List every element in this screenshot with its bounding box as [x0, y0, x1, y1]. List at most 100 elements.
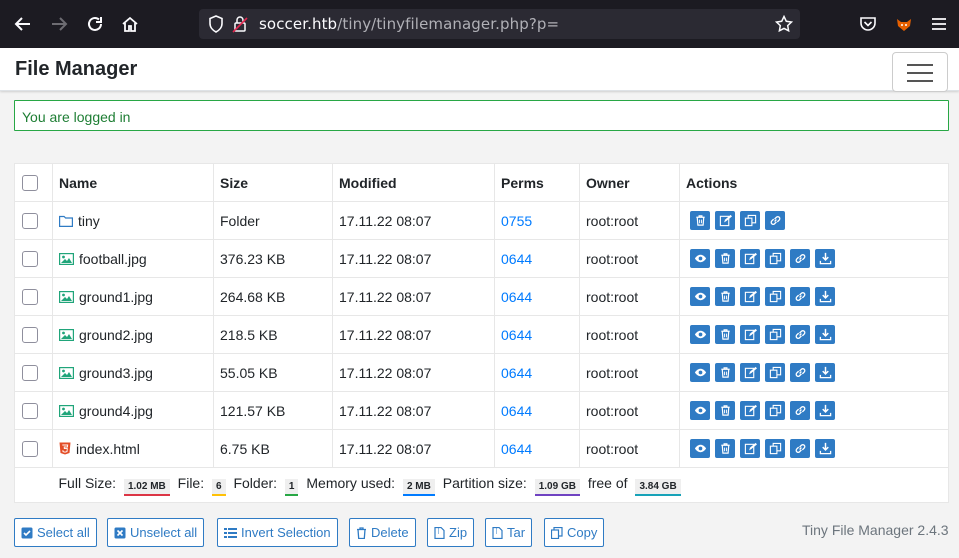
copy-icon[interactable]: [765, 287, 785, 306]
delete-trash-icon[interactable]: [715, 249, 735, 268]
row-checkbox-cell[interactable]: [14, 201, 53, 240]
bookmark-star-icon[interactable]: [775, 15, 793, 33]
row-checkbox-cell[interactable]: [14, 239, 53, 278]
column-header-owner[interactable]: Owner: [579, 163, 680, 202]
direct-link-icon[interactable]: [790, 363, 810, 382]
file-name-link[interactable]: index.html: [76, 441, 140, 457]
tar-button[interactable]: Tar: [485, 518, 533, 547]
invert-selection-button[interactable]: Invert Selection: [217, 518, 338, 547]
name-cell[interactable]: ground4.jpg: [52, 391, 214, 430]
direct-link-icon[interactable]: [790, 401, 810, 420]
name-cell[interactable]: football.jpg: [52, 239, 214, 278]
row-checkbox-cell[interactable]: [14, 315, 53, 354]
view-eye-icon[interactable]: [690, 287, 710, 306]
direct-link-icon[interactable]: [790, 287, 810, 306]
home-icon[interactable]: [118, 12, 142, 36]
row-checkbox[interactable]: [22, 365, 38, 382]
rename-edit-icon[interactable]: [740, 363, 760, 382]
download-icon[interactable]: [815, 287, 835, 306]
download-icon[interactable]: [815, 363, 835, 382]
column-header-size[interactable]: Size: [213, 163, 333, 202]
row-checkbox[interactable]: [22, 213, 38, 230]
page-title[interactable]: File Manager: [15, 58, 137, 81]
delete-trash-icon[interactable]: [715, 439, 735, 458]
column-header-name[interactable]: Name: [52, 163, 214, 202]
download-icon[interactable]: [815, 439, 835, 458]
select-all-checkbox-cell[interactable]: [14, 163, 53, 202]
name-cell[interactable]: ground1.jpg: [52, 277, 214, 316]
row-checkbox[interactable]: [22, 289, 38, 306]
pocket-icon[interactable]: [856, 12, 880, 36]
copy-icon[interactable]: [765, 325, 785, 344]
copy-button[interactable]: Copy: [544, 518, 605, 547]
column-header-modified[interactable]: Modified: [332, 163, 495, 202]
file-name-link[interactable]: tiny: [78, 213, 100, 229]
delete-trash-icon[interactable]: [715, 325, 735, 344]
name-cell[interactable]: index.html: [52, 429, 214, 468]
rename-edit-icon[interactable]: [740, 325, 760, 344]
delete-button[interactable]: Delete: [349, 518, 416, 547]
download-icon[interactable]: [815, 325, 835, 344]
perms-link[interactable]: 0644: [494, 429, 580, 468]
forward-arrow-icon[interactable]: [47, 12, 71, 36]
direct-link-icon[interactable]: [790, 439, 810, 458]
rename-edit-icon[interactable]: [740, 287, 760, 306]
direct-link-icon[interactable]: [765, 211, 785, 230]
row-checkbox-cell[interactable]: [14, 391, 53, 430]
name-cell[interactable]: tiny: [52, 201, 214, 240]
perms-link[interactable]: 0644: [494, 277, 580, 316]
url-text[interactable]: soccer.htb/tiny/tinyfilemanager.php?p=: [259, 15, 559, 33]
row-checkbox[interactable]: [22, 441, 38, 458]
unselect-all-button[interactable]: Unselect all: [107, 518, 205, 547]
back-arrow-icon[interactable]: [11, 12, 35, 36]
zip-button[interactable]: Zip: [427, 518, 475, 547]
url-bar[interactable]: soccer.htb/tiny/tinyfilemanager.php?p=: [199, 9, 800, 39]
perms-link[interactable]: 0644: [494, 315, 580, 354]
insecure-lock-icon[interactable]: [231, 15, 249, 33]
perms-link[interactable]: 0644: [494, 391, 580, 430]
row-checkbox[interactable]: [22, 327, 38, 344]
file-name-link[interactable]: ground3.jpg: [79, 365, 153, 381]
view-eye-icon[interactable]: [690, 249, 710, 268]
rename-edit-icon[interactable]: [740, 249, 760, 268]
file-name-link[interactable]: ground1.jpg: [79, 289, 153, 305]
row-checkbox[interactable]: [22, 251, 38, 268]
select-all-button[interactable]: Select all: [14, 518, 97, 547]
row-checkbox-cell[interactable]: [14, 277, 53, 316]
view-eye-icon[interactable]: [690, 325, 710, 344]
copy-icon[interactable]: [765, 249, 785, 268]
extension-fox-icon[interactable]: [892, 12, 916, 36]
view-eye-icon[interactable]: [690, 363, 710, 382]
direct-link-icon[interactable]: [790, 249, 810, 268]
copy-icon[interactable]: [740, 211, 760, 230]
delete-trash-icon[interactable]: [690, 211, 710, 230]
row-checkbox-cell[interactable]: [14, 353, 53, 392]
rename-edit-icon[interactable]: [740, 439, 760, 458]
rename-edit-icon[interactable]: [740, 401, 760, 420]
name-cell[interactable]: ground3.jpg: [52, 353, 214, 392]
shield-icon[interactable]: [207, 15, 225, 33]
perms-link[interactable]: 0644: [494, 353, 580, 392]
delete-trash-icon[interactable]: [715, 363, 735, 382]
header-checkbox[interactable]: [22, 175, 38, 192]
direct-link-icon[interactable]: [790, 325, 810, 344]
view-eye-icon[interactable]: [690, 401, 710, 420]
copy-icon[interactable]: [765, 439, 785, 458]
reload-icon[interactable]: [83, 12, 107, 36]
perms-link[interactable]: 0644: [494, 239, 580, 278]
navbar-toggle-button[interactable]: [892, 52, 948, 92]
row-checkbox-cell[interactable]: [14, 429, 53, 468]
view-eye-icon[interactable]: [690, 439, 710, 458]
perms-link[interactable]: 0755: [494, 201, 580, 240]
menu-hamburger-icon[interactable]: [927, 12, 951, 36]
name-cell[interactable]: ground2.jpg: [52, 315, 214, 354]
download-icon[interactable]: [815, 249, 835, 268]
copy-icon[interactable]: [765, 363, 785, 382]
delete-trash-icon[interactable]: [715, 287, 735, 306]
delete-trash-icon[interactable]: [715, 401, 735, 420]
copy-icon[interactable]: [765, 401, 785, 420]
file-name-link[interactable]: football.jpg: [79, 251, 147, 267]
file-name-link[interactable]: ground2.jpg: [79, 327, 153, 343]
download-icon[interactable]: [815, 401, 835, 420]
row-checkbox[interactable]: [22, 403, 38, 420]
